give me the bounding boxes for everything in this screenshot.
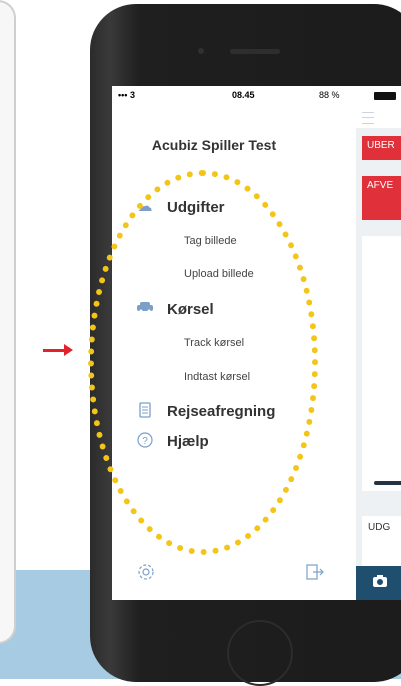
battery-percent: 88 % <box>319 90 340 100</box>
phone-speaker <box>230 49 280 54</box>
progress-bar <box>374 481 401 485</box>
status-bar: ••• 3 08.45 88 % <box>112 86 401 106</box>
camera-icon <box>372 574 388 593</box>
status-time: 08.45 <box>232 90 255 100</box>
pointer-arrow-head <box>64 344 73 356</box>
home-button <box>227 620 293 686</box>
battery-icon <box>374 92 396 100</box>
main-content-peek: UBER AFVE UDG <box>356 106 401 600</box>
logout-icon[interactable] <box>305 562 325 587</box>
highlight-oval <box>88 170 318 555</box>
hamburger-icon[interactable] <box>362 112 374 124</box>
background-phone-edge <box>0 0 16 644</box>
content-header <box>356 106 401 128</box>
afve-button[interactable]: AFVE <box>362 176 401 220</box>
phone-camera <box>198 48 204 54</box>
app-title: Acubiz Spiller Test <box>151 137 277 153</box>
signal-indicator: ••• 3 <box>118 90 135 100</box>
camera-bar[interactable] <box>356 566 401 600</box>
settings-icon[interactable] <box>136 562 156 587</box>
uber-button[interactable]: UBER <box>362 136 401 160</box>
summary-card <box>362 236 401 491</box>
